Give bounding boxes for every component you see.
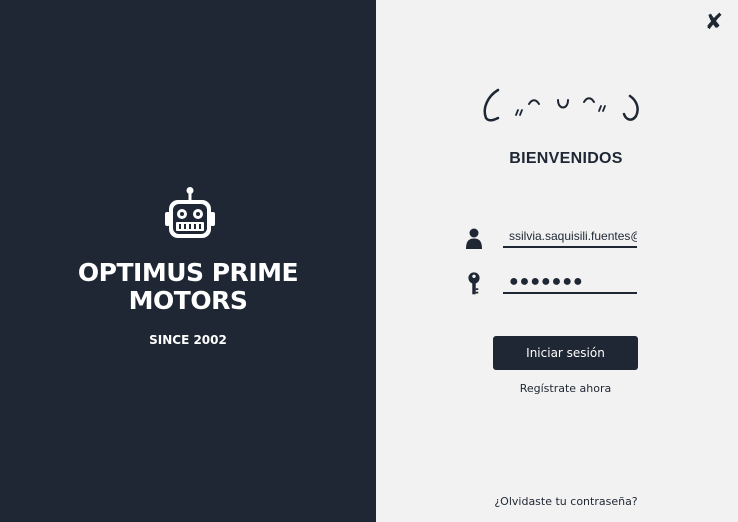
brand-name-line1: OPTIMUS PRIME xyxy=(77,258,299,287)
register-link[interactable]: Regístrate ahora xyxy=(493,382,638,395)
user-icon xyxy=(466,228,482,249)
brand-name: OPTIMUS PRIME MOTORS xyxy=(0,259,376,315)
logo-scribble xyxy=(483,88,639,122)
brand-since: SINCE 2002 xyxy=(149,333,227,347)
key-icon xyxy=(468,272,480,295)
login-button[interactable]: Iniciar sesión xyxy=(493,336,638,370)
robot-icon xyxy=(165,187,215,238)
welcome-heading: BIENVENIDOS xyxy=(509,150,623,167)
close-icon[interactable]: ✘ xyxy=(704,11,724,35)
login-panel: ✘ BIENVENIDOS Iniciar sesión Regístrate … xyxy=(376,0,738,522)
forgot-password-link[interactable]: ¿Olvidaste tu contraseña? xyxy=(476,495,656,508)
brand-name-line2: MOTORS xyxy=(128,286,248,315)
email-field[interactable] xyxy=(503,226,637,248)
password-field[interactable] xyxy=(503,272,637,294)
brand-panel: OPTIMUS PRIME MOTORS SINCE 2002 xyxy=(0,0,376,522)
